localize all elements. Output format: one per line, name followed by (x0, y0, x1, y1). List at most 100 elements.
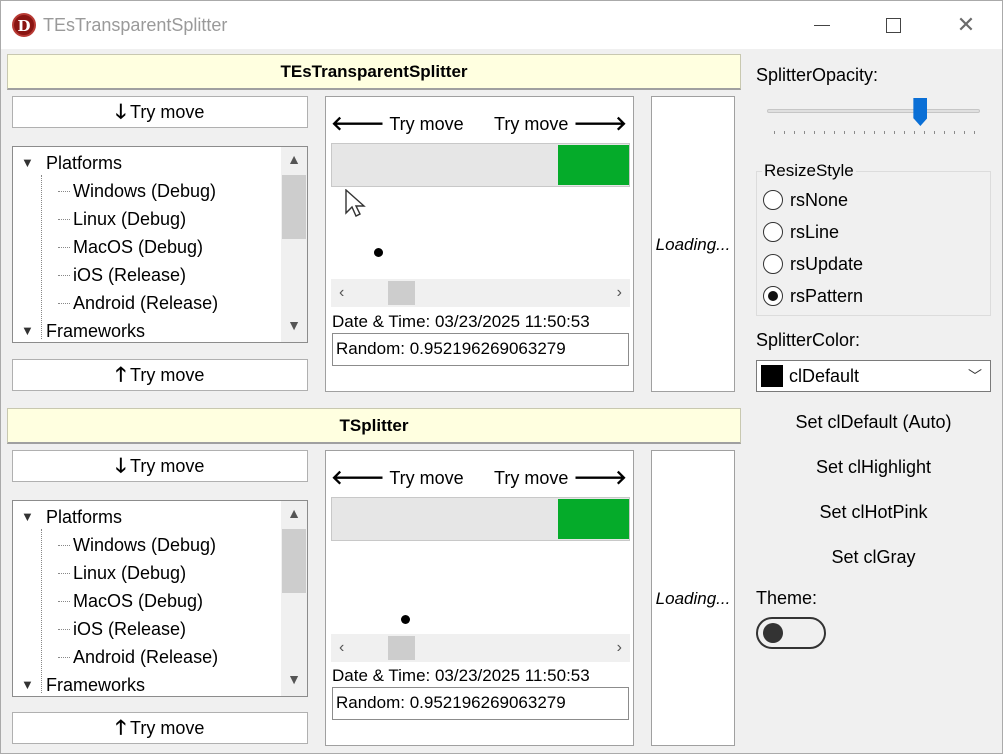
set-cldefault-button[interactable]: Set clDefault (Auto) (756, 412, 991, 433)
tree-guide (58, 545, 70, 546)
toggle-knob (763, 623, 783, 643)
center-pane: 🡐 Try move Try move 🡒 ‹ › Date & Time: 0… (325, 450, 634, 746)
scroll-left-icon[interactable]: ‹ (339, 279, 344, 307)
title-bar[interactable]: D TEsTransparentSplitter ✕ (1, 1, 1002, 49)
tree-guide (58, 191, 70, 192)
horizontal-scrollbar[interactable]: ‹ › (331, 634, 630, 662)
expand-arrow-icon: ▼ (21, 509, 34, 524)
arrow-up-icon: 🡑 (115, 364, 127, 386)
arrow-up-icon: 🡑 (115, 717, 127, 739)
theme-toggle[interactable] (756, 617, 826, 649)
try-move-right-label[interactable]: Try move 🡒 (494, 111, 627, 136)
expand-arrow-icon: ▼ (21, 323, 34, 338)
tree-node-label: Frameworks (46, 321, 146, 341)
scroll-up-icon[interactable]: ▲ (281, 151, 307, 167)
splitter-color-select[interactable]: clDefault ﹀ (756, 360, 991, 392)
arrow-down-icon: 🡓 (115, 455, 127, 477)
radio-rsline[interactable]: rsLine (763, 218, 963, 246)
radio-rsnone[interactable]: rsNone (763, 186, 963, 214)
center-pane: 🡐 Try move Try move 🡒 ‹ › Date & Time: 0… (325, 96, 634, 392)
arrow-left-icon: 🡐 (331, 113, 385, 135)
resize-style-title: ResizeStyle (762, 161, 856, 181)
panel-header-transparent: TEsTransparentSplitter (7, 54, 741, 90)
try-move-up-button[interactable]: 🡓 Try move (12, 450, 308, 482)
slider-tick (964, 131, 965, 134)
scroll-down-icon[interactable]: ▼ (281, 317, 307, 333)
slider-ticks (774, 131, 975, 137)
random-field[interactable]: Random: 0.952196269063279 (332, 687, 629, 720)
tree-view[interactable]: ▼ Platforms Windows (Debug) Linux (Debug… (12, 146, 308, 343)
label-text: Try move (389, 114, 464, 134)
green-block (558, 499, 629, 539)
opacity-label: SplitterOpacity: (756, 65, 879, 85)
maximize-icon (885, 18, 901, 33)
tree-node-label: MacOS (Debug) (73, 237, 204, 257)
tree-guide (41, 175, 42, 339)
scroll-left-icon[interactable]: ‹ (339, 634, 344, 662)
try-move-up-button[interactable]: 🡓 Try move (12, 96, 308, 128)
scroll-thumb[interactable] (282, 529, 306, 593)
minimize-icon (814, 25, 830, 26)
slider-tick (844, 131, 845, 134)
select-value: clDefault (789, 366, 860, 386)
try-move-down-button[interactable]: 🡑 Try move (12, 359, 308, 391)
scroll-thumb[interactable] (282, 175, 306, 239)
tree-guide (58, 275, 70, 276)
arrow-left-icon: 🡐 (331, 467, 385, 489)
maximize-button[interactable] (870, 1, 916, 49)
scroll-right-icon[interactable]: › (617, 279, 622, 307)
try-move-right-label[interactable]: Try move 🡒 (494, 465, 627, 490)
radio-rsupdate[interactable]: rsUpdate (763, 250, 963, 278)
horizontal-scrollbar[interactable]: ‹ › (331, 279, 630, 307)
arrow-right-icon: 🡒 (573, 467, 627, 489)
scroll-thumb[interactable] (388, 281, 415, 305)
scroll-thumb[interactable] (388, 636, 415, 660)
scroll-up-icon[interactable]: ▲ (281, 505, 307, 521)
splitter-color-label: SplitterColor: (756, 330, 861, 350)
minimize-button[interactable] (799, 1, 845, 49)
loading-pane: Loading... (651, 96, 735, 392)
tree-node-label: Windows (Debug) (73, 535, 217, 555)
set-clhighlight-button[interactable]: Set clHighlight (756, 457, 991, 478)
tree-view[interactable]: ▼ Platforms Windows (Debug) Linux (Debug… (12, 500, 308, 697)
radio-icon (763, 222, 783, 242)
slider-tick (914, 131, 915, 134)
slider-tick (894, 131, 895, 134)
progress-area (331, 143, 630, 187)
random-field[interactable]: Random: 0.952196269063279 (332, 333, 629, 366)
tree-node-label: Platforms (46, 153, 123, 173)
green-block (558, 145, 629, 185)
vertical-scrollbar[interactable]: ▲ ▼ (281, 501, 307, 696)
tree-guide (58, 573, 70, 574)
vertical-scrollbar[interactable]: ▲ ▼ (281, 147, 307, 342)
try-move-left-label[interactable]: 🡐 Try move (331, 465, 464, 490)
slider-tick (814, 131, 815, 134)
tree-node-label: Linux (Debug) (73, 209, 187, 229)
slider-tick (834, 131, 835, 134)
datetime-label: Date & Time: 03/23/2025 11:50:53 (332, 666, 590, 685)
close-button[interactable]: ✕ (943, 1, 989, 49)
radio-rspattern[interactable]: rsPattern (763, 282, 963, 310)
opacity-slider-track[interactable] (767, 109, 980, 113)
scroll-right-icon[interactable]: › (617, 634, 622, 662)
scroll-down-icon[interactable]: ▼ (281, 671, 307, 687)
tree-node-label: Frameworks (46, 675, 146, 695)
set-clgray-button[interactable]: Set clGray (756, 547, 991, 568)
try-move-down-button[interactable]: 🡑 Try move (12, 712, 308, 744)
tree-node-label: Linux (Debug) (73, 563, 187, 583)
radio-label: rsPattern (790, 286, 864, 306)
radio-label: rsUpdate (790, 254, 864, 274)
tree-node-label: MacOS (Debug) (73, 591, 204, 611)
tree-guide (58, 629, 70, 630)
radio-label: rsLine (790, 222, 840, 242)
moving-dot (374, 248, 383, 257)
try-move-left-label[interactable]: 🡐 Try move (331, 111, 464, 136)
slider-tick (954, 131, 955, 134)
set-clhotpink-button[interactable]: Set clHotPink (756, 502, 991, 523)
slider-tick (854, 131, 855, 134)
window-title: TEsTransparentSplitter (43, 15, 228, 35)
chevron-down-icon: ﹀ (968, 368, 982, 384)
opacity-slider-thumb[interactable] (913, 98, 928, 126)
slider-tick (874, 131, 875, 134)
tree-guide (58, 219, 70, 220)
